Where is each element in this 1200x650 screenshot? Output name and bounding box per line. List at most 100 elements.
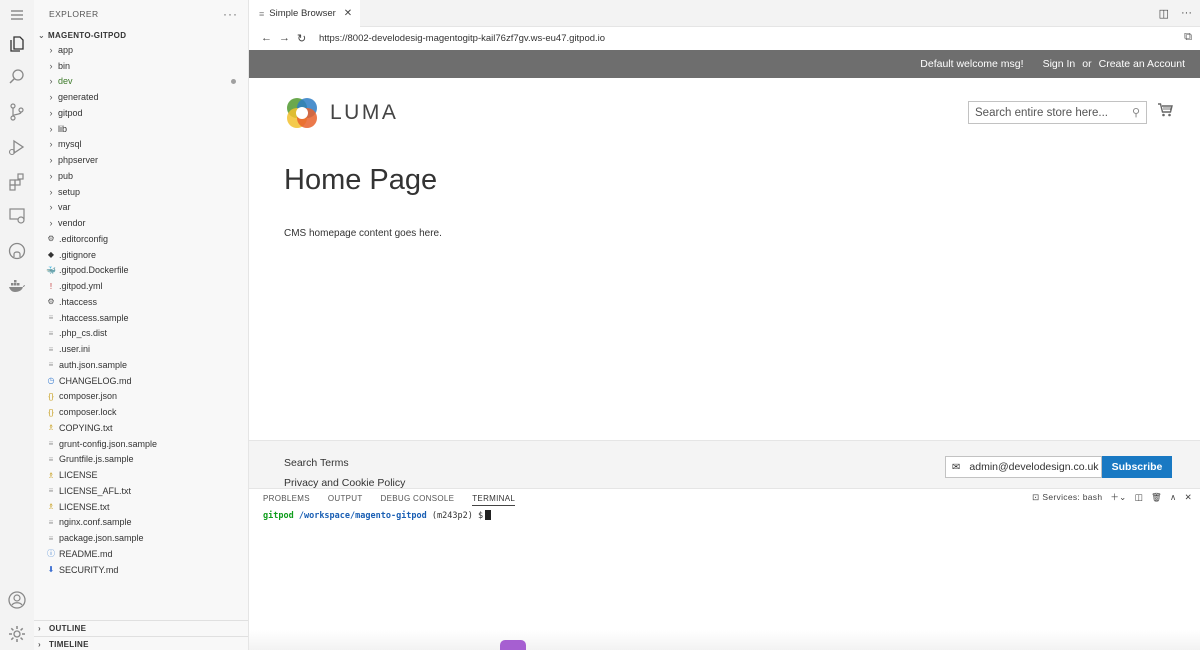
file-item[interactable]: ≡ auth.json.sample bbox=[34, 357, 248, 373]
bottom-shade bbox=[249, 630, 1200, 650]
extensions-icon[interactable] bbox=[7, 172, 27, 192]
file-type-icon: ≡ bbox=[48, 344, 54, 354]
file-item[interactable]: ≡ Gruntfile.js.sample bbox=[34, 452, 248, 468]
split-terminal-icon[interactable]: ◫ bbox=[1135, 492, 1143, 503]
explorer-header: EXPLORER ··· bbox=[34, 0, 248, 28]
file-item[interactable]: ≡ nginx.conf.sample bbox=[34, 515, 248, 531]
luma-top-bar: Default welcome msg! Sign In or Create a… bbox=[249, 50, 1200, 78]
file-item[interactable]: {} composer.lock bbox=[34, 404, 248, 420]
more-actions-icon[interactable]: ··· bbox=[1181, 7, 1192, 20]
tab-debug-console[interactable]: DEBUG CONSOLE bbox=[381, 494, 455, 503]
remote-explorer-icon[interactable] bbox=[7, 206, 27, 226]
footer-link-search-terms[interactable]: Search Terms bbox=[284, 457, 349, 469]
terminal-icon: ⊡ bbox=[1031, 491, 1040, 502]
outline-label: OUTLINE bbox=[49, 624, 87, 633]
file-item[interactable]: ! .gitpod.yml bbox=[34, 278, 248, 294]
file-item[interactable]: ≡ LICENSE_AFL.txt bbox=[34, 483, 248, 499]
file-item[interactable]: ⚙ .htaccess bbox=[34, 294, 248, 310]
account-icon[interactable] bbox=[7, 590, 27, 610]
folder-label: dev bbox=[58, 76, 73, 87]
file-item[interactable]: ≡ package.json.sample bbox=[34, 530, 248, 546]
folder-lib[interactable]: › lib bbox=[34, 121, 248, 137]
file-type-icon: ≡ bbox=[48, 360, 54, 370]
folder-gitpod[interactable]: › gitpod bbox=[34, 105, 248, 121]
folder-phpserver[interactable]: › phpserver bbox=[34, 152, 248, 168]
outline-section[interactable]: › OUTLINE bbox=[34, 620, 248, 636]
file-label: LICENSE_AFL.txt bbox=[59, 485, 132, 496]
github-icon[interactable] bbox=[7, 241, 27, 261]
search-icon[interactable] bbox=[7, 67, 27, 87]
tab-simple-browser[interactable]: ≡ Simple Browser ✕ bbox=[249, 0, 360, 27]
docker-icon[interactable] bbox=[7, 276, 27, 296]
file-item[interactable]: ◆ .gitignore bbox=[34, 247, 248, 263]
folder-var[interactable]: › var bbox=[34, 200, 248, 216]
close-icon[interactable]: ✕ bbox=[344, 8, 352, 19]
split-editor-icon[interactable]: ◫ bbox=[1159, 7, 1169, 20]
folder-vendor[interactable]: › vendor bbox=[34, 215, 248, 231]
file-item[interactable]: ≡ .htaccess.sample bbox=[34, 310, 248, 326]
file-type-icon: 🐳 bbox=[46, 265, 56, 275]
search-icon[interactable]: ⚲ bbox=[1132, 106, 1140, 119]
footer-link-privacy[interactable]: Privacy and Cookie Policy bbox=[284, 477, 405, 488]
source-control-icon[interactable] bbox=[7, 102, 27, 122]
forward-arrow-icon[interactable]: → bbox=[279, 32, 297, 44]
file-item[interactable]: {} composer.json bbox=[34, 389, 248, 405]
sign-in-link[interactable]: Sign In bbox=[1043, 58, 1076, 70]
open-external-icon[interactable]: ⧉ bbox=[1184, 31, 1192, 44]
folder-label: mysql bbox=[58, 139, 82, 150]
services-label: Services: bash bbox=[1042, 492, 1103, 502]
file-label: grunt-config.json.sample bbox=[59, 438, 158, 449]
more-actions-icon[interactable]: ··· bbox=[223, 7, 238, 21]
folder-pub[interactable]: › pub bbox=[34, 168, 248, 184]
reload-icon[interactable]: ↻ bbox=[297, 32, 315, 45]
folder-setup[interactable]: › setup bbox=[34, 184, 248, 200]
close-panel-icon[interactable]: ✕ bbox=[1185, 492, 1192, 503]
subscribe-button[interactable]: Subscribe bbox=[1102, 456, 1172, 478]
file-type-icon: ⚙ bbox=[47, 234, 55, 244]
file-item[interactable]: ◷ CHANGELOG.md bbox=[34, 373, 248, 389]
tab-output[interactable]: OUTPUT bbox=[328, 494, 363, 503]
terminal-prompt-line[interactable]: gitpod /workspace/magento-gitpod (m243p2… bbox=[263, 510, 492, 521]
add-terminal-icon[interactable]: ＋⌄ bbox=[1110, 491, 1126, 503]
terminal-path: /workspace/magento-gitpod bbox=[298, 511, 427, 521]
folder-generated[interactable]: › generated bbox=[34, 89, 248, 105]
newsletter-email-value: admin@develodesign.co.uk bbox=[969, 461, 1099, 473]
file-item[interactable]: ≡ .user.ini bbox=[34, 341, 248, 357]
folder-app[interactable]: › app bbox=[34, 42, 248, 58]
create-account-link[interactable]: Create an Account bbox=[1099, 58, 1185, 70]
settings-gear-icon[interactable] bbox=[7, 624, 27, 644]
url-field[interactable]: https://8002-develodesig-magentogitp-kai… bbox=[319, 33, 605, 44]
file-item[interactable]: ⓘ README.md bbox=[34, 546, 248, 562]
file-item[interactable]: 🐳 .gitpod.Dockerfile bbox=[34, 263, 248, 279]
luma-logo[interactable]: LUMA bbox=[284, 95, 398, 131]
file-label: composer.lock bbox=[59, 407, 117, 418]
newsletter-email-field[interactable]: ✉ admin@develodesign.co.uk bbox=[945, 456, 1102, 478]
run-debug-icon[interactable] bbox=[7, 137, 27, 157]
file-item[interactable]: ⚙ .editorconfig bbox=[34, 231, 248, 247]
trash-icon[interactable]: 🗑 bbox=[1151, 492, 1162, 503]
file-item[interactable]: ≡ .php_cs.dist bbox=[34, 326, 248, 342]
folder-dev[interactable]: › dev bbox=[34, 74, 248, 90]
timeline-section[interactable]: › TIMELINE bbox=[34, 636, 248, 650]
tab-bar: ≡ Simple Browser ✕ ◫ ··· bbox=[249, 0, 1200, 27]
tab-problems[interactable]: PROBLEMS bbox=[263, 494, 310, 503]
file-label: .htaccess bbox=[59, 296, 98, 307]
file-item[interactable]: ♗ LICENSE.txt bbox=[34, 499, 248, 515]
store-search-input[interactable] bbox=[975, 106, 1125, 119]
file-item[interactable]: ≡ grunt-config.json.sample bbox=[34, 436, 248, 452]
cart-icon[interactable] bbox=[1157, 102, 1173, 118]
folder-bin[interactable]: › bin bbox=[34, 58, 248, 74]
services-selector[interactable]: ⊡ Services: bash bbox=[1032, 492, 1102, 503]
file-item[interactable]: ♗ LICENSE bbox=[34, 467, 248, 483]
file-item[interactable]: ⬇ SECURITY.md bbox=[34, 562, 248, 578]
tab-terminal[interactable]: TERMINAL bbox=[472, 494, 516, 506]
menu-icon[interactable] bbox=[7, 5, 27, 25]
terminal-prompt: $ bbox=[477, 511, 484, 521]
folder-mysql[interactable]: › mysql bbox=[34, 137, 248, 153]
maximize-panel-icon[interactable]: ∧ bbox=[1170, 492, 1177, 503]
files-icon[interactable] bbox=[7, 34, 27, 54]
workspace-root[interactable]: ⌄ MAGENTO-GITPOD bbox=[34, 28, 248, 42]
back-arrow-icon[interactable]: ← bbox=[261, 32, 279, 44]
gitpod-badge-icon[interactable] bbox=[500, 640, 526, 650]
file-item[interactable]: ♗ COPYING.txt bbox=[34, 420, 248, 436]
